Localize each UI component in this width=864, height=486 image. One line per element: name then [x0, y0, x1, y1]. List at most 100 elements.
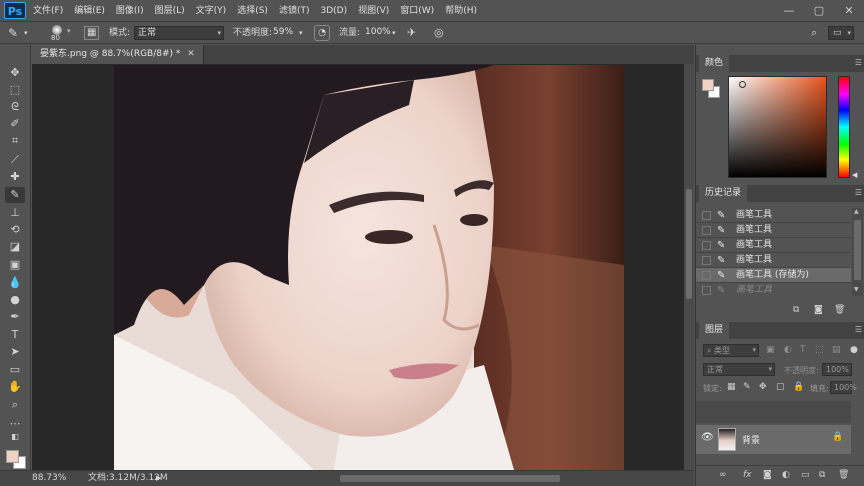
- rectangle-tool-icon[interactable]: ▭: [5, 362, 25, 378]
- history-scrollbar[interactable]: ▲ ▼: [852, 208, 863, 296]
- path-select-tool-icon[interactable]: ➤: [5, 344, 25, 360]
- history-item[interactable]: ✎ 画笔工具: [696, 253, 851, 268]
- trash-icon[interactable]: 🗑: [838, 470, 849, 480]
- history-item[interactable]: ✎ 画笔工具: [696, 208, 851, 223]
- tab-history[interactable]: 历史记录: [699, 185, 748, 202]
- new-document-from-state-icon[interactable]: ⧉: [793, 305, 799, 315]
- history-state-marker[interactable]: [702, 271, 711, 280]
- pressure-size-icon[interactable]: ◎: [434, 22, 444, 44]
- flow-input[interactable]: 100%: [362, 26, 391, 40]
- brush-preset-icon[interactable]: ✎: [8, 22, 18, 44]
- trash-icon[interactable]: 🗑: [834, 305, 845, 315]
- gradient-tool-icon[interactable]: ▣: [5, 257, 25, 273]
- brush-tool-icon[interactable]: ✎: [5, 187, 25, 203]
- marquee-tool-icon[interactable]: ⬚: [5, 82, 25, 98]
- canvas-vertical-scrollbar[interactable]: [684, 64, 694, 470]
- history-item[interactable]: ✎ 画笔工具: [696, 223, 851, 238]
- layer-row[interactable]: 👁 背景 🔒: [696, 425, 851, 454]
- layer-name[interactable]: 背景: [742, 433, 760, 446]
- dodge-tool-icon[interactable]: ●: [5, 292, 25, 308]
- menu-select[interactable]: 选择(S): [237, 0, 268, 22]
- filter-smart-object-icon[interactable]: ▤: [832, 345, 841, 355]
- workspace-switcher[interactable]: ▭ ▾: [828, 26, 854, 40]
- color-swatches[interactable]: [4, 448, 28, 470]
- menu-layer[interactable]: 图层(L): [155, 0, 185, 22]
- blur-tool-icon[interactable]: 💧: [5, 275, 25, 291]
- search-icon[interactable]: ⌕: [811, 22, 817, 44]
- status-menu-icon[interactable]: ▶: [156, 471, 161, 486]
- new-layer-icon[interactable]: ⧉: [819, 470, 825, 480]
- color-picker-cursor[interactable]: [739, 81, 746, 88]
- history-brush-tool-icon[interactable]: ⟲: [5, 222, 25, 238]
- color-panel-foreground-swatch[interactable]: [702, 79, 714, 91]
- flow-dropdown-icon[interactable]: ▾: [392, 22, 396, 44]
- mode-select[interactable]: 正常 ▾: [134, 26, 224, 40]
- layer-style-icon[interactable]: fx: [743, 470, 752, 480]
- menu-type[interactable]: 文字(Y): [196, 0, 227, 22]
- camera-snapshot-icon[interactable]: ◙: [814, 305, 823, 315]
- link-layers-icon[interactable]: ∞: [719, 470, 727, 480]
- add-mask-icon[interactable]: ◙: [763, 470, 772, 480]
- move-tool-icon[interactable]: ✥: [5, 65, 25, 81]
- horizontal-scroll-thumb[interactable]: [340, 475, 560, 482]
- lock-transparent-icon[interactable]: ▦: [727, 382, 736, 392]
- lock-position-icon[interactable]: ✥: [759, 382, 767, 392]
- canvas-area[interactable]: [32, 64, 684, 470]
- opacity-dropdown-icon[interactable]: ▾: [299, 22, 303, 44]
- zoom-tool-icon[interactable]: ⌕: [5, 397, 25, 413]
- panel-menu-icon[interactable]: ☰: [855, 325, 862, 334]
- history-snapshot-checkbox[interactable]: [702, 241, 711, 250]
- tab-color[interactable]: 颜色: [699, 55, 730, 72]
- document-canvas[interactable]: [114, 65, 624, 470]
- restore-button[interactable]: ▢: [804, 0, 834, 22]
- layer-opacity-input[interactable]: 100%: [822, 363, 852, 376]
- zoom-level[interactable]: 88.73%: [32, 471, 66, 486]
- history-item-undone[interactable]: ✎ 画笔工具: [696, 283, 851, 298]
- eye-icon[interactable]: 👁: [701, 432, 714, 443]
- filter-toggle-icon[interactable]: ●: [850, 345, 858, 355]
- lock-artboard-icon[interactable]: ▢: [776, 382, 785, 392]
- layer-blend-mode-select[interactable]: 正常 ▾: [703, 363, 775, 376]
- history-snapshot-checkbox[interactable]: [702, 226, 711, 235]
- close-window-button[interactable]: ✕: [834, 0, 864, 22]
- history-snapshot-checkbox[interactable]: [702, 256, 711, 265]
- filter-pixel-icon[interactable]: ▣: [766, 345, 775, 355]
- lock-all-icon[interactable]: 🔒: [793, 382, 804, 392]
- scroll-down-icon[interactable]: ▼: [854, 286, 859, 293]
- history-scroll-thumb[interactable]: [854, 220, 861, 280]
- layer-fill-input[interactable]: 100%: [830, 381, 857, 394]
- tab-layers[interactable]: 图层: [699, 322, 730, 339]
- hue-slider-handle-icon[interactable]: ◀: [852, 171, 857, 179]
- lock-image-icon[interactable]: ✎: [743, 382, 751, 392]
- history-item-selected[interactable]: ✎ 画笔工具 (存储为): [696, 268, 851, 283]
- menu-3d[interactable]: 3D(D): [320, 0, 347, 22]
- color-spectrum-field[interactable]: [728, 76, 827, 178]
- crop-tool-icon[interactable]: ⌗: [5, 133, 25, 149]
- history-snapshot-checkbox[interactable]: [702, 286, 711, 295]
- panel-menu-icon[interactable]: ☰: [855, 188, 862, 197]
- filter-type-icon[interactable]: T: [800, 345, 806, 355]
- document-tab[interactable]: 晏紫东.png @ 88.7%(RGB/8#) * ✕: [32, 45, 204, 64]
- foreground-color-swatch[interactable]: [6, 450, 19, 463]
- pressure-opacity-icon[interactable]: ◔: [314, 25, 330, 41]
- hand-tool-icon[interactable]: ✋: [5, 379, 25, 395]
- history-item[interactable]: ✎ 画笔工具: [696, 238, 851, 253]
- menu-window[interactable]: 窗口(W): [400, 0, 434, 22]
- quick-select-tool-icon[interactable]: ✐: [5, 116, 25, 132]
- menu-view[interactable]: 视图(V): [358, 0, 389, 22]
- type-tool-icon[interactable]: T: [5, 327, 25, 343]
- pen-tool-icon[interactable]: ✒: [5, 309, 25, 325]
- filter-adjustment-icon[interactable]: ◐: [784, 345, 792, 355]
- lasso-tool-icon[interactable]: ᘓ: [5, 99, 25, 115]
- close-icon[interactable]: ✕: [187, 49, 195, 59]
- brush-size-picker[interactable]: 80 ▾: [42, 24, 72, 42]
- hue-slider[interactable]: [838, 76, 850, 178]
- brush-preset-dropdown-icon[interactable]: ▾: [24, 22, 28, 44]
- more-tools-icon[interactable]: ⋯: [5, 416, 25, 432]
- minimize-button[interactable]: —: [774, 0, 804, 22]
- brush-panel-toggle-icon[interactable]: ▦: [84, 26, 100, 40]
- airbrush-icon[interactable]: ✈: [407, 22, 416, 44]
- adjustment-layer-icon[interactable]: ◐: [782, 470, 790, 480]
- menu-filter[interactable]: 滤镜(T): [279, 0, 310, 22]
- menu-edit[interactable]: 编辑(E): [74, 0, 105, 22]
